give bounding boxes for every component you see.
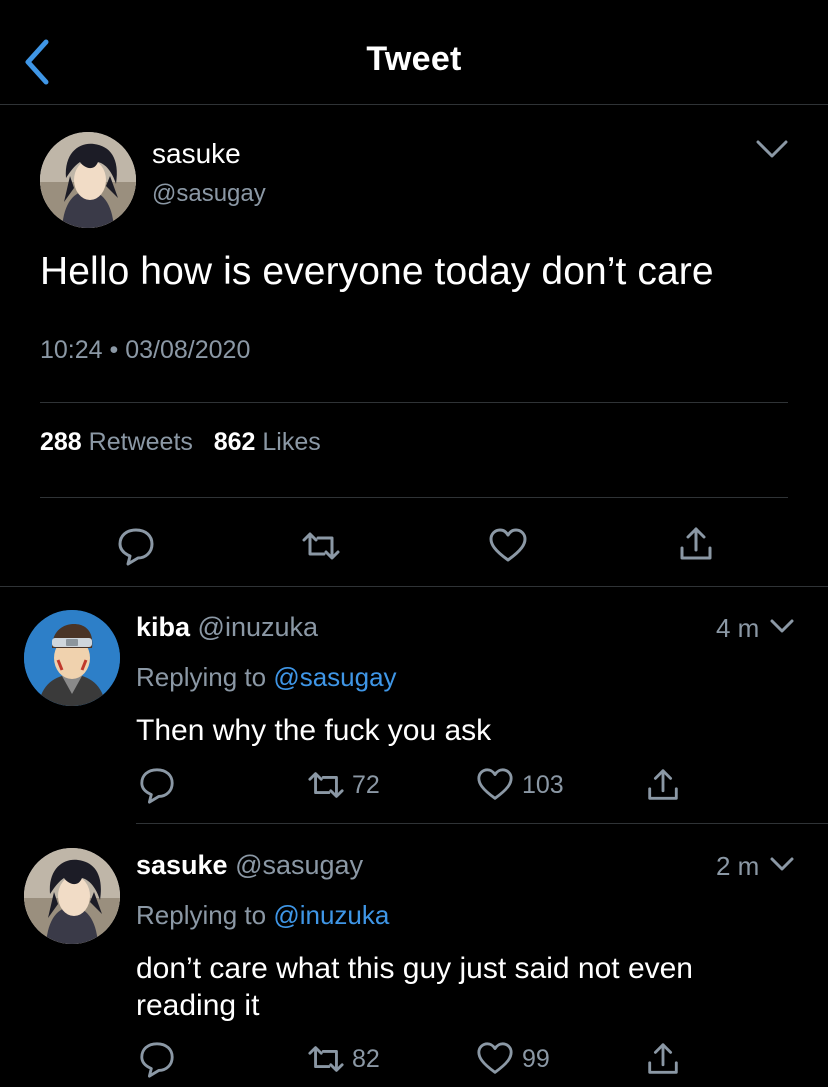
- author-handle[interactable]: @sasugay: [152, 180, 266, 208]
- share-button[interactable]: [644, 1040, 682, 1078]
- retweets-count: 288: [40, 428, 82, 456]
- share-button[interactable]: [644, 766, 682, 804]
- replying-to-prefix: Replying to: [136, 900, 267, 930]
- retweet-button[interactable]: [306, 1040, 346, 1078]
- like-button[interactable]: [476, 766, 514, 804]
- share-icon: [648, 769, 678, 800]
- reply-age: 4 m: [716, 613, 760, 643]
- reply-header: sasuke @sasugay: [136, 850, 363, 881]
- tweet-timestamp: 10:24 • 03/08/2020: [40, 336, 250, 365]
- reply-age: 2 m: [716, 851, 760, 881]
- retweet-icon: [308, 772, 344, 798]
- page-title: Tweet: [366, 40, 462, 78]
- author-name[interactable]: sasuke: [152, 138, 241, 170]
- reply-author-name[interactable]: kiba: [136, 612, 190, 642]
- reply-avatar[interactable]: [24, 848, 120, 944]
- chevron-down-icon: [770, 619, 794, 633]
- likes-stat[interactable]: 862 Likes: [214, 428, 321, 456]
- reply-button[interactable]: [138, 1040, 176, 1078]
- tweet-stats: 288 Retweets 862 Likes: [40, 428, 321, 457]
- reply-author-name[interactable]: sasuke: [136, 850, 228, 880]
- reply-icon: [118, 528, 154, 566]
- replying-to-link[interactable]: @sasugay: [273, 662, 396, 692]
- reply-text: don’t care what this guy just said not e…: [136, 950, 693, 1024]
- like-icon: [477, 768, 513, 800]
- stats-divider: [40, 497, 788, 498]
- replying-to: Replying to @inuzuka: [136, 900, 389, 931]
- meta-separator: •: [109, 336, 119, 364]
- reply-divider: [136, 823, 828, 824]
- reply-icon: [140, 1042, 174, 1078]
- retweets-label: Retweets: [88, 428, 193, 456]
- like-icon: [477, 1042, 513, 1074]
- tweet-text: Hello how is everyone today don’t care: [40, 250, 714, 293]
- reply-options-button[interactable]: [766, 850, 798, 880]
- tweet-date: 03/08/2020: [125, 336, 251, 364]
- reply-text-line: reading it: [136, 989, 260, 1022]
- retweet-count: 72: [352, 771, 380, 799]
- author-avatar[interactable]: [40, 132, 136, 228]
- retweet-count: 82: [352, 1045, 380, 1073]
- reply-header: kiba @inuzuka: [136, 612, 318, 643]
- replying-to: Replying to @sasugay: [136, 662, 397, 693]
- reply-button[interactable]: [116, 526, 156, 566]
- reply-text: Then why the fuck you ask: [136, 714, 492, 747]
- retweet-icon: [308, 1046, 344, 1072]
- retweet-button[interactable]: [300, 526, 342, 566]
- likes-label: Likes: [262, 428, 321, 456]
- like-button[interactable]: [476, 1040, 514, 1078]
- tweet-time: 10:24: [40, 336, 103, 364]
- retweet-button[interactable]: [306, 766, 346, 804]
- likes-count: 862: [213, 428, 256, 456]
- tweet-options-button[interactable]: [748, 132, 788, 164]
- reply-author-handle[interactable]: @inuzuka: [198, 612, 318, 642]
- share-button[interactable]: [676, 524, 716, 564]
- retweet-icon: [302, 532, 340, 560]
- thread-divider: [0, 586, 828, 587]
- replying-to-prefix: Replying to: [136, 662, 267, 692]
- reply-icon: [140, 768, 174, 804]
- reply-author-handle[interactable]: @sasugay: [235, 850, 363, 880]
- reply-text-line: don’t care what this guy just said not e…: [136, 952, 693, 985]
- like-button[interactable]: [488, 526, 528, 566]
- replying-to-link[interactable]: @inuzuka: [273, 900, 389, 930]
- like-count: 103: [522, 771, 564, 799]
- like-icon: [489, 528, 527, 562]
- retweets-stat[interactable]: 288 Retweets: [40, 428, 193, 456]
- reply-avatar[interactable]: [24, 610, 120, 706]
- reply-button[interactable]: [138, 766, 176, 804]
- chevron-down-icon: [756, 140, 788, 158]
- chevron-down-icon: [770, 857, 794, 871]
- reply-options-button[interactable]: [766, 612, 798, 642]
- like-count: 99: [522, 1045, 550, 1073]
- meta-divider: [40, 402, 788, 403]
- share-icon: [648, 1043, 678, 1074]
- share-icon: [680, 527, 712, 560]
- header-divider: [0, 104, 828, 105]
